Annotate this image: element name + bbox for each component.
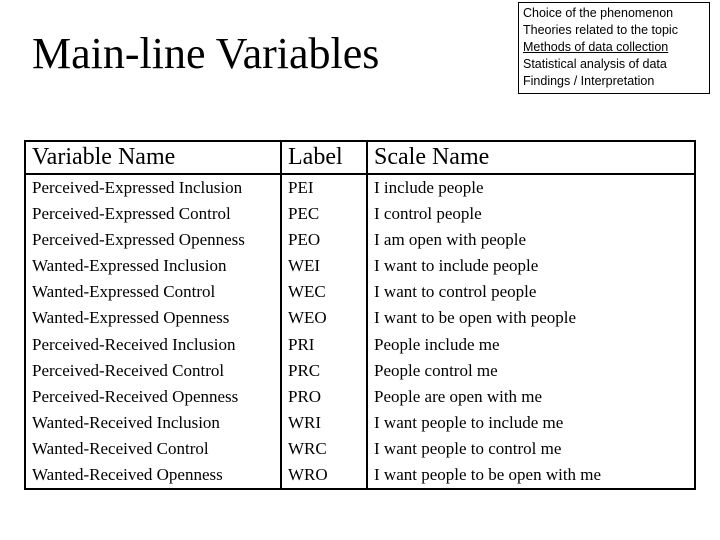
cell-variable-name: Perceived-Received Inclusion	[25, 332, 281, 358]
cell-variable-name: Wanted-Expressed Control	[25, 279, 281, 305]
cell-label: WEI	[281, 253, 367, 279]
cell-scale-name: I control people	[367, 201, 695, 227]
cell-scale-name: People include me	[367, 332, 695, 358]
cell-variable-name: Wanted-Received Openness	[25, 462, 281, 489]
cell-scale-name: I include people	[367, 174, 695, 201]
cell-label: WRI	[281, 410, 367, 436]
cell-label: PEO	[281, 227, 367, 253]
outline-item: Findings / Interpretation	[523, 73, 705, 90]
col-header-label: Label	[281, 141, 367, 174]
table-body: Perceived-Expressed Inclusion PEI I incl…	[25, 174, 695, 489]
cell-label: PRC	[281, 358, 367, 384]
cell-label: PRI	[281, 332, 367, 358]
cell-variable-name: Perceived-Received Openness	[25, 384, 281, 410]
col-header-variable-name: Variable Name	[25, 141, 281, 174]
cell-scale-name: I want people to be open with me	[367, 462, 695, 489]
cell-scale-name: I want to be open with people	[367, 305, 695, 331]
cell-label: WEO	[281, 305, 367, 331]
cell-variable-name: Wanted-Received Inclusion	[25, 410, 281, 436]
variables-table-wrap: Variable Name Label Scale Name Perceived…	[24, 140, 696, 490]
cell-variable-name: Perceived-Expressed Inclusion	[25, 174, 281, 201]
table-header-row: Variable Name Label Scale Name	[25, 141, 695, 174]
cell-variable-name: Wanted-Expressed Inclusion	[25, 253, 281, 279]
table-row: Wanted-Received Openness WRO I want peop…	[25, 462, 695, 489]
cell-variable-name: Perceived-Received Control	[25, 358, 281, 384]
outline-box: Choice of the phenomenon Theories relate…	[518, 2, 710, 94]
table-row: Perceived-Received Control PRC People co…	[25, 358, 695, 384]
cell-scale-name: People control me	[367, 358, 695, 384]
cell-label: PEC	[281, 201, 367, 227]
cell-scale-name: I want people to control me	[367, 436, 695, 462]
outline-item: Statistical analysis of data	[523, 56, 705, 73]
cell-label: WEC	[281, 279, 367, 305]
outline-item: Choice of the phenomenon	[523, 5, 705, 22]
cell-scale-name: I want people to include me	[367, 410, 695, 436]
cell-label: WRO	[281, 462, 367, 489]
cell-scale-name: People are open with me	[367, 384, 695, 410]
col-header-scale-name: Scale Name	[367, 141, 695, 174]
table-row: Wanted-Received Control WRC I want peopl…	[25, 436, 695, 462]
table-row: Wanted-Expressed Openness WEO I want to …	[25, 305, 695, 331]
page-title: Main-line Variables	[32, 28, 379, 79]
table-row: Perceived-Expressed Openness PEO I am op…	[25, 227, 695, 253]
table-row: Perceived-Received Openness PRO People a…	[25, 384, 695, 410]
variables-table: Variable Name Label Scale Name Perceived…	[24, 140, 696, 490]
cell-scale-name: I am open with people	[367, 227, 695, 253]
outline-item-current: Methods of data collection	[523, 39, 705, 56]
cell-scale-name: I want to control people	[367, 279, 695, 305]
slide: Main-line Variables Choice of the phenom…	[0, 0, 720, 540]
table-row: Perceived-Expressed Inclusion PEI I incl…	[25, 174, 695, 201]
table-row: Perceived-Received Inclusion PRI People …	[25, 332, 695, 358]
cell-variable-name: Perceived-Expressed Openness	[25, 227, 281, 253]
cell-label: PRO	[281, 384, 367, 410]
cell-label: WRC	[281, 436, 367, 462]
cell-variable-name: Perceived-Expressed Control	[25, 201, 281, 227]
table-row: Wanted-Expressed Control WEC I want to c…	[25, 279, 695, 305]
table-row: Wanted-Received Inclusion WRI I want peo…	[25, 410, 695, 436]
cell-scale-name: I want to include people	[367, 253, 695, 279]
table-row: Wanted-Expressed Inclusion WEI I want to…	[25, 253, 695, 279]
cell-variable-name: Wanted-Expressed Openness	[25, 305, 281, 331]
outline-item: Theories related to the topic	[523, 22, 705, 39]
table-row: Perceived-Expressed Control PEC I contro…	[25, 201, 695, 227]
cell-variable-name: Wanted-Received Control	[25, 436, 281, 462]
cell-label: PEI	[281, 174, 367, 201]
